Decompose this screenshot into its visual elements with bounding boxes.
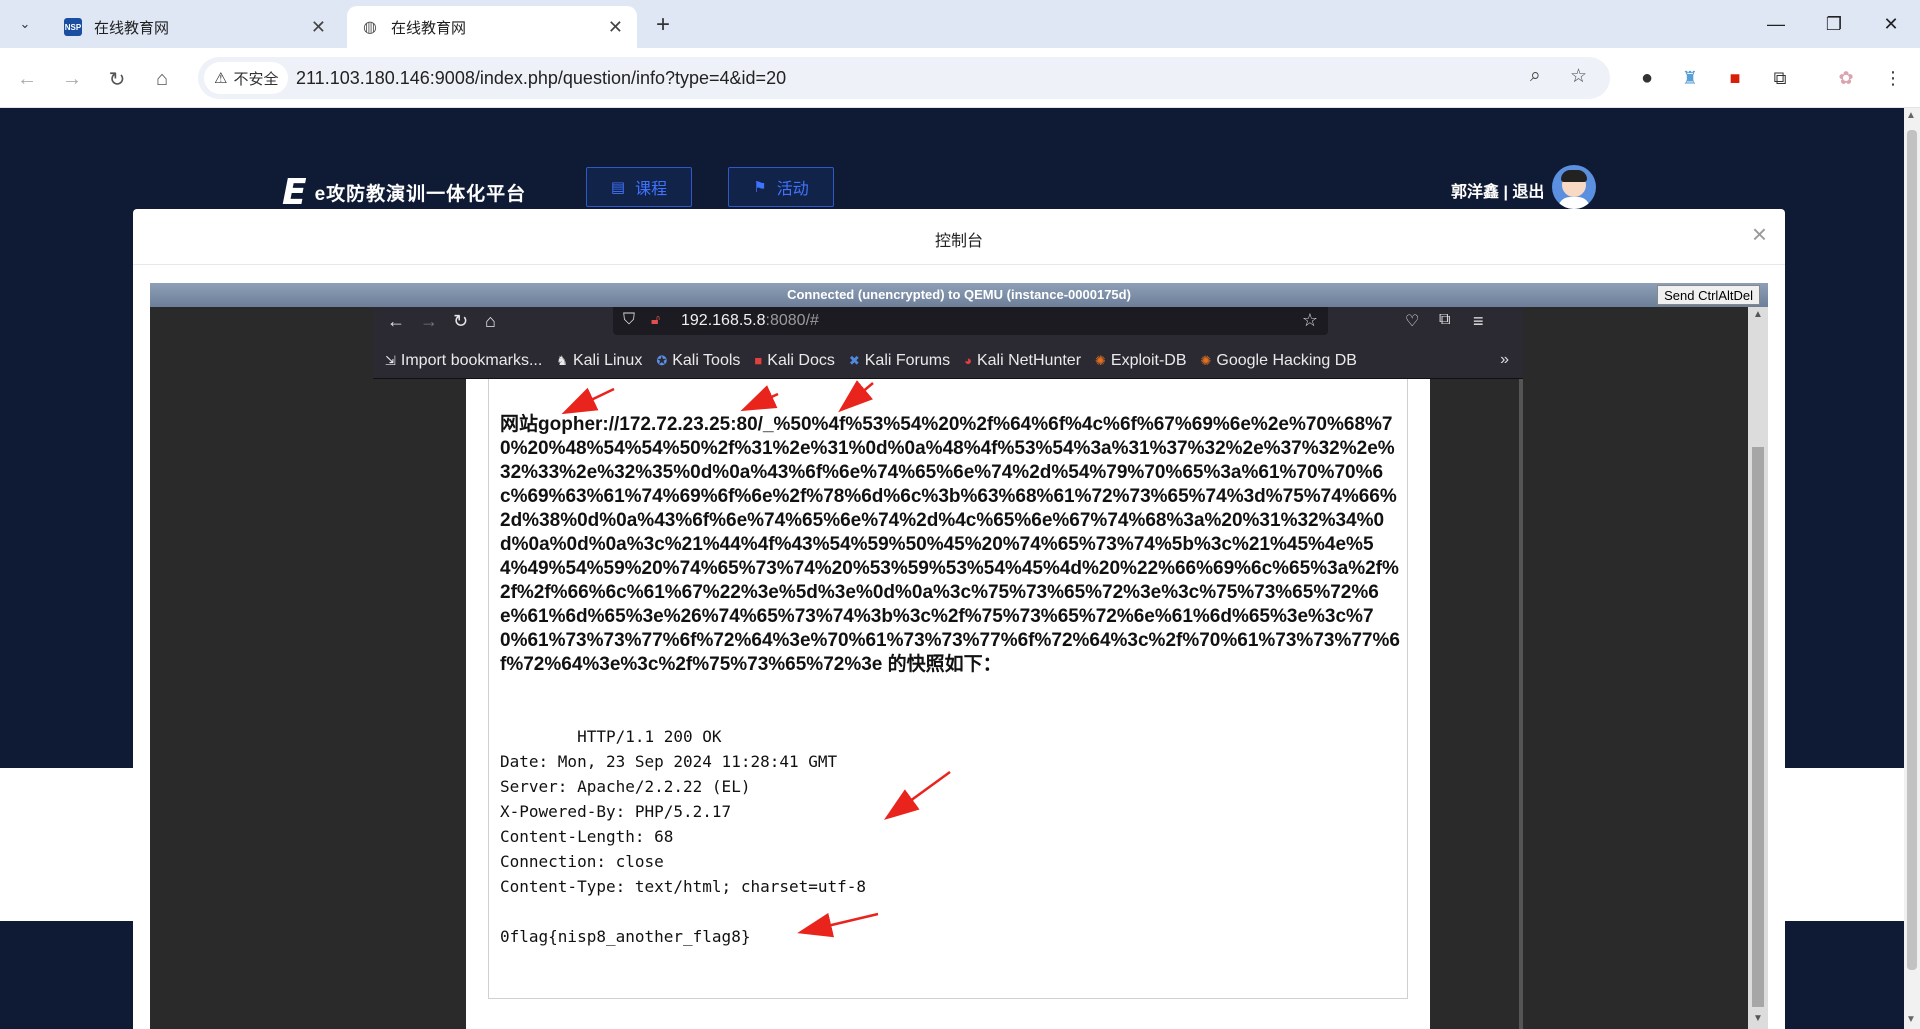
annotation-arrow	[561, 387, 615, 415]
annotation-arrow	[740, 385, 779, 412]
annotation-arrows	[561, 380, 951, 938]
annotation-arrow	[838, 380, 874, 413]
annotation-arrow	[883, 770, 951, 820]
annotation-arrow	[797, 912, 879, 938]
